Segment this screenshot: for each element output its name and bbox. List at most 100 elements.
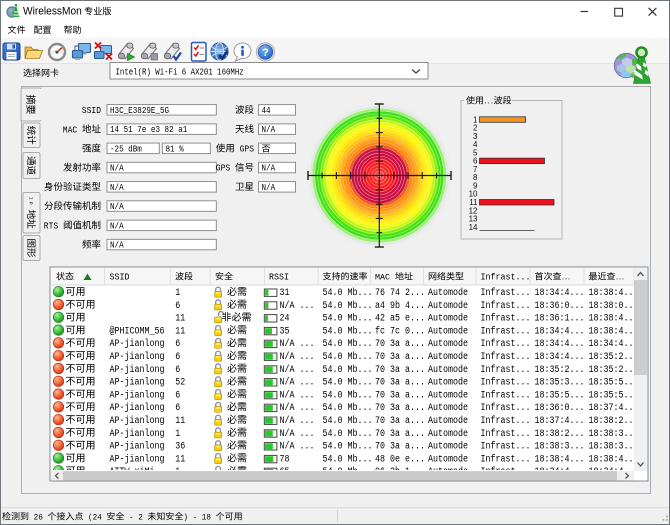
svg-text:?: ? bbox=[262, 47, 269, 59]
svg-text:Infrast...: Infrast... bbox=[481, 402, 531, 414]
svg-text:AP-jianlong: AP-jianlong bbox=[110, 415, 165, 427]
svg-text:11: 11 bbox=[175, 416, 185, 427]
svg-text:81 %: 81 % bbox=[166, 144, 185, 154]
svg-text:11: 11 bbox=[175, 454, 185, 465]
svg-text:N/A: N/A bbox=[110, 164, 124, 174]
svg-text:18:34:4...: 18:34:4... bbox=[535, 326, 585, 337]
svg-text:N/A ...: N/A ... bbox=[280, 300, 315, 312]
svg-text:6: 6 bbox=[175, 339, 180, 350]
svg-text:Intel(R) Wi-Fi 6 AX201 160MHz: Intel(R) Wi-Fi 6 AX201 160MHz bbox=[116, 68, 244, 78]
svg-text:RTS: RTS bbox=[44, 222, 58, 232]
svg-text:Automode: Automode bbox=[428, 364, 468, 376]
svg-text:Automode: Automode bbox=[428, 428, 468, 440]
svg-text:78: 78 bbox=[280, 454, 290, 465]
svg-text:Automode: Automode bbox=[428, 389, 468, 401]
svg-text:N/A ...: N/A ... bbox=[280, 415, 315, 427]
svg-text:54.0 Mb...: 54.0 Mb... bbox=[323, 313, 373, 325]
svg-text:RSSI: RSSI bbox=[269, 273, 289, 283]
svg-text:Automode: Automode bbox=[428, 325, 468, 337]
svg-text:6: 6 bbox=[175, 301, 180, 312]
svg-text:Automode: Automode bbox=[428, 441, 468, 453]
svg-text:N/A ...: N/A ... bbox=[280, 338, 315, 350]
svg-text:MAC: MAC bbox=[375, 273, 390, 283]
svg-text:54.0 Mb...: 54.0 Mb... bbox=[323, 300, 373, 312]
svg-text:N/A ...: N/A ... bbox=[280, 377, 315, 389]
svg-text:18:38:4...: 18:38:4... bbox=[589, 326, 639, 337]
svg-text:- 2: - 2 bbox=[129, 513, 143, 523]
svg-text:Infrast...: Infrast... bbox=[481, 389, 531, 401]
svg-text:70 3a a...: 70 3a a... bbox=[375, 442, 425, 453]
svg-text:Infrast...: Infrast... bbox=[481, 287, 531, 299]
svg-text:18:34:4...: 18:34:4... bbox=[535, 288, 585, 299]
svg-text:N/A ...: N/A ... bbox=[280, 428, 315, 440]
svg-text:MAC: MAC bbox=[63, 125, 78, 135]
svg-text:N/A ...: N/A ... bbox=[280, 389, 315, 401]
svg-text:70 3a a...: 70 3a a... bbox=[375, 352, 425, 363]
svg-text:Automode: Automode bbox=[428, 415, 468, 427]
svg-text:) - 18: ) - 18 bbox=[183, 513, 211, 523]
svg-text:AP-jianlong: AP-jianlong bbox=[110, 364, 165, 376]
svg-text:54.0 Mb...: 54.0 Mb... bbox=[323, 351, 373, 363]
svg-text:...: ... bbox=[562, 273, 571, 283]
svg-text:31: 31 bbox=[280, 288, 290, 299]
svg-text:18:38:4...: 18:38:4... bbox=[589, 454, 639, 465]
svg-text:N/A: N/A bbox=[110, 221, 124, 231]
svg-text:44: 44 bbox=[262, 106, 271, 116]
svg-text:N/A ...: N/A ... bbox=[280, 351, 315, 363]
svg-text:26: 26 bbox=[34, 513, 43, 523]
svg-text:Automode: Automode bbox=[428, 287, 468, 299]
svg-text:11: 11 bbox=[175, 314, 185, 325]
svg-text:N/A ...: N/A ... bbox=[280, 441, 315, 453]
svg-text:18:35:5...: 18:35:5... bbox=[535, 390, 585, 401]
svg-text:N/A: N/A bbox=[262, 125, 276, 135]
svg-text:AP-jianlong: AP-jianlong bbox=[110, 441, 165, 453]
svg-text:AP-jianlong: AP-jianlong bbox=[110, 377, 165, 389]
svg-text:@PHICOMM_56: @PHICOMM_56 bbox=[110, 325, 165, 337]
svg-text:54.0 Mb...: 54.0 Mb... bbox=[323, 338, 373, 350]
svg-text:18:36:0...: 18:36:0... bbox=[535, 301, 585, 312]
svg-text:Infrast...: Infrast... bbox=[481, 364, 531, 376]
svg-text:54.0 Mb...: 54.0 Mb... bbox=[323, 428, 373, 440]
svg-text:42 a5 e...: 42 a5 e... bbox=[375, 314, 425, 325]
svg-text:GPS: GPS bbox=[240, 145, 254, 155]
svg-text:48 0e e...: 48 0e e... bbox=[375, 454, 425, 465]
svg-text:SSID: SSID bbox=[82, 106, 101, 116]
svg-text:1: 1 bbox=[175, 429, 180, 440]
svg-text:54.0 Mb...: 54.0 Mb... bbox=[323, 287, 373, 299]
svg-text:WirelessMon: WirelessMon bbox=[23, 6, 82, 18]
svg-text:70 3a a...: 70 3a a... bbox=[375, 378, 425, 389]
svg-text:24: 24 bbox=[280, 314, 290, 325]
svg-text:18:36:1...: 18:36:1... bbox=[535, 314, 585, 325]
svg-text:54.0 Mb...: 54.0 Mb... bbox=[323, 389, 373, 401]
svg-text:AP-jianlong: AP-jianlong bbox=[110, 389, 165, 401]
svg-text:Infrast...: Infrast... bbox=[481, 377, 531, 389]
svg-text:18:37:4...: 18:37:4... bbox=[589, 403, 639, 414]
svg-text:Automode: Automode bbox=[428, 377, 468, 389]
svg-text:18:34:4...: 18:34:4... bbox=[535, 339, 585, 350]
svg-text:35: 35 bbox=[280, 326, 290, 337]
svg-text:70 3a a...: 70 3a a... bbox=[375, 365, 425, 376]
svg-text:Infrast...: Infrast... bbox=[481, 300, 531, 312]
svg-text:54.0 Mb...: 54.0 Mb... bbox=[323, 415, 373, 427]
svg-text:Infrast...: Infrast... bbox=[481, 273, 531, 283]
svg-text:18:34:4...: 18:34:4... bbox=[589, 339, 639, 350]
svg-text:11: 11 bbox=[175, 326, 185, 337]
svg-text:P: P bbox=[28, 202, 34, 205]
svg-text:14 51 7e e3 82 a1: 14 51 7e e3 82 a1 bbox=[110, 125, 187, 135]
svg-text:AP-jianlong: AP-jianlong bbox=[110, 338, 165, 350]
svg-text:Automode: Automode bbox=[428, 402, 468, 414]
svg-text:54.0 Mb...: 54.0 Mb... bbox=[323, 325, 373, 337]
svg-text:I: I bbox=[28, 197, 34, 200]
svg-text:N/A ...: N/A ... bbox=[280, 364, 315, 376]
svg-text:52: 52 bbox=[175, 378, 185, 389]
svg-text:18:38:2...: 18:38:2... bbox=[589, 416, 639, 427]
svg-text:1: 1 bbox=[175, 288, 180, 299]
svg-text:54.0 Mb...: 54.0 Mb... bbox=[323, 453, 373, 465]
svg-text:Infrast...: Infrast... bbox=[481, 313, 531, 325]
svg-text:76 74 2...: 76 74 2... bbox=[375, 288, 425, 299]
svg-text:18:38:3...: 18:38:3... bbox=[535, 442, 585, 453]
svg-text:70 3a a...: 70 3a a... bbox=[375, 416, 425, 427]
svg-text:GPS: GPS bbox=[216, 164, 230, 174]
svg-text:N/A ...: N/A ... bbox=[280, 402, 315, 414]
svg-text:18:34:4...: 18:34:4... bbox=[535, 352, 585, 363]
